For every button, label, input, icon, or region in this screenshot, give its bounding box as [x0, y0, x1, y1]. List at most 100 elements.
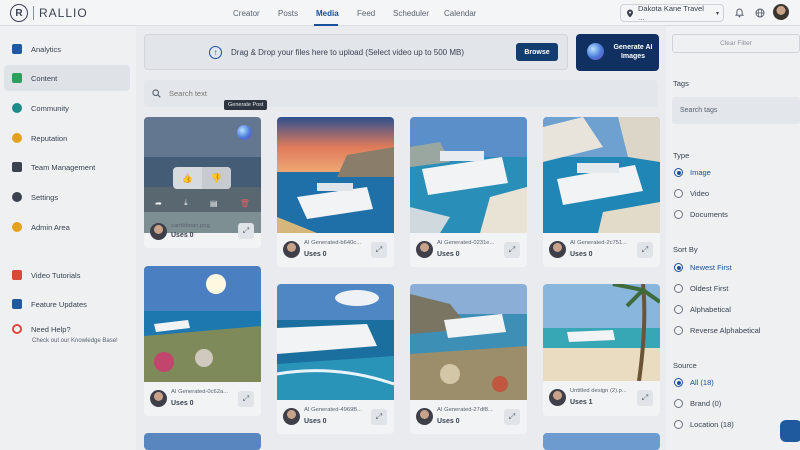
sidebar-item-video-tutorials[interactable]: Video Tutorials — [4, 262, 130, 288]
sidebar-item-content[interactable]: Content — [4, 65, 130, 91]
search-bar[interactable] — [144, 80, 658, 107]
radio-icon — [674, 305, 683, 314]
sort-option-reverse-alphabetical[interactable]: Reverse Alphabetical — [674, 326, 760, 335]
nav-scheduler[interactable]: Scheduler — [393, 9, 429, 18]
sidebar-item-community[interactable]: Community — [4, 95, 130, 121]
help-subtext[interactable]: Check out our Knowledge Base! — [32, 338, 118, 344]
generate-ai-images-button[interactable]: Generate AI Images — [576, 34, 659, 71]
type-option-image[interactable]: Image — [674, 168, 711, 177]
nav-feed[interactable]: Feed — [357, 9, 375, 18]
active-nav-indicator — [314, 24, 338, 26]
expand-icon[interactable]: ⤢ — [238, 223, 254, 239]
rallio-logo[interactable]: R RALLIO — [10, 4, 88, 22]
vote-toggle[interactable]: 👍 👎 — [173, 167, 231, 189]
location-selector[interactable]: Dakota Kane Travel ... ▾ — [620, 4, 724, 22]
media-card[interactable]: Untitled design (2).p... Uses 1 ⤢ — [543, 284, 660, 416]
expand-icon[interactable]: ⤢ — [504, 242, 520, 258]
upload-dropzone[interactable]: ↑ Drag & Drop your files here to upload … — [144, 34, 568, 70]
expand-icon[interactable]: ⤢ — [637, 242, 653, 258]
radio-label: Image — [690, 168, 711, 177]
reputation-icon — [12, 133, 22, 143]
tags-search-input[interactable]: Search tags — [672, 97, 800, 124]
clear-filter-button[interactable]: Clear Filter — [672, 34, 800, 53]
bell-icon[interactable] — [731, 5, 747, 21]
logo-text: RALLIO — [39, 6, 88, 20]
sort-option-alphabetical[interactable]: Alphabetical — [674, 305, 731, 314]
media-card[interactable] — [144, 433, 261, 450]
expand-icon[interactable]: ⤢ — [504, 409, 520, 425]
nav-posts[interactable]: Posts — [278, 9, 298, 18]
media-caption: AI Generated-4969B... — [304, 407, 363, 413]
expand-icon[interactable]: ⤢ — [238, 391, 254, 407]
type-option-video[interactable]: Video — [674, 189, 709, 198]
sort-option-oldest[interactable]: Oldest First — [674, 284, 728, 293]
browse-button[interactable]: Browse — [516, 43, 558, 61]
media-card[interactable]: 👍 👎 ➦ ⤓ ▤ 🗑 carribbean.png Uses 0 ⤢ — [144, 117, 261, 248]
upload-instructions: Drag & Drop your files here to upload (S… — [231, 48, 465, 57]
expand-icon[interactable]: ⤢ — [637, 390, 653, 406]
expand-icon[interactable]: ⤢ — [371, 242, 387, 258]
user-avatar[interactable] — [773, 4, 789, 20]
radio-label: Alphabetical — [690, 305, 731, 314]
media-card[interactable]: AI Generated-0c62a... Uses 0 ⤢ — [144, 266, 261, 416]
video-icon — [12, 270, 22, 280]
share-icon[interactable]: ➦ — [155, 199, 162, 208]
sidebar-item-reputation[interactable]: Reputation — [4, 125, 130, 151]
sidebar-item-label: Analytics — [31, 44, 62, 54]
sidebar-item-analytics[interactable]: Analytics — [4, 36, 130, 62]
admin-icon — [12, 222, 22, 232]
thumbs-up-icon[interactable]: 👍 — [173, 167, 202, 189]
chat-support-button[interactable] — [780, 420, 800, 442]
uses-count: Uses 1 — [570, 399, 593, 406]
sidebar-item-label: Team Management — [31, 162, 96, 172]
uploader-avatar — [150, 390, 167, 407]
nav-media[interactable]: Media — [316, 9, 339, 18]
lifebuoy-icon — [12, 324, 22, 334]
type-option-documents[interactable]: Documents — [674, 210, 728, 219]
sidebar-item-feature-updates[interactable]: Feature Updates — [4, 291, 130, 317]
community-icon — [12, 103, 22, 113]
media-card[interactable]: AI Generated-4969B... Uses 0 ⤢ — [277, 284, 394, 434]
nav-calendar[interactable]: Calendar — [444, 9, 476, 18]
search-input[interactable] — [169, 89, 569, 98]
radio-label: Reverse Alphabetical — [690, 326, 761, 335]
media-card[interactable]: AI Generated-27df8... Uses 0 ⤢ — [410, 284, 527, 434]
source-option-brand[interactable]: Brand (0) — [674, 399, 721, 408]
sidebar-item-label: Admin Area — [31, 222, 70, 232]
copy-icon[interactable]: ▤ — [210, 199, 218, 208]
media-thumbnail — [144, 266, 261, 382]
download-icon[interactable]: ⤓ — [184, 198, 188, 208]
radio-selected-icon — [674, 168, 683, 177]
sort-option-newest[interactable]: Newest First — [674, 263, 732, 272]
sort-heading: Sort By — [673, 245, 698, 254]
radio-selected-icon — [674, 378, 683, 387]
media-card[interactable]: AI Generated-0231e... Uses 0 ⤢ — [410, 117, 527, 267]
analytics-icon — [12, 44, 22, 54]
media-card[interactable] — [543, 433, 660, 450]
media-caption: AI Generated-2c751... — [570, 240, 628, 246]
radio-icon — [674, 210, 683, 219]
radio-label: Video — [690, 189, 710, 198]
trash-icon[interactable]: 🗑 — [240, 199, 250, 208]
uses-count: Uses 0 — [304, 251, 327, 258]
sidebar-item-admin-area[interactable]: Admin Area — [4, 214, 130, 240]
sidebar-item-label: Settings — [31, 192, 59, 202]
generate-post-icon[interactable] — [237, 125, 252, 140]
media-card[interactable]: AI Generated-2c751... Uses 0 ⤢ — [543, 117, 660, 267]
source-option-location[interactable]: Location (18) — [674, 420, 734, 429]
source-option-all[interactable]: All (18) — [674, 378, 714, 387]
media-thumbnail — [277, 284, 394, 400]
media-card[interactable]: AI Generated-b640c... Uses 0 ⤢ — [277, 117, 394, 267]
radio-label: All (18) — [690, 378, 714, 387]
radio-label: Location (18) — [690, 420, 734, 429]
nav-creator[interactable]: Creator — [233, 9, 260, 18]
thumbs-down-icon[interactable]: 👎 — [202, 167, 231, 189]
sidebar-item-team-management[interactable]: Team Management — [4, 154, 130, 180]
location-label: Dakota Kane Travel ... — [637, 4, 704, 22]
uses-count: Uses 0 — [171, 232, 194, 239]
radio-icon — [674, 284, 683, 293]
globe-icon[interactable] — [752, 5, 768, 21]
card-actions: ➦ ⤓ ▤ 🗑 — [144, 195, 261, 211]
sidebar-item-settings[interactable]: Settings — [4, 184, 130, 210]
expand-icon[interactable]: ⤢ — [371, 409, 387, 425]
